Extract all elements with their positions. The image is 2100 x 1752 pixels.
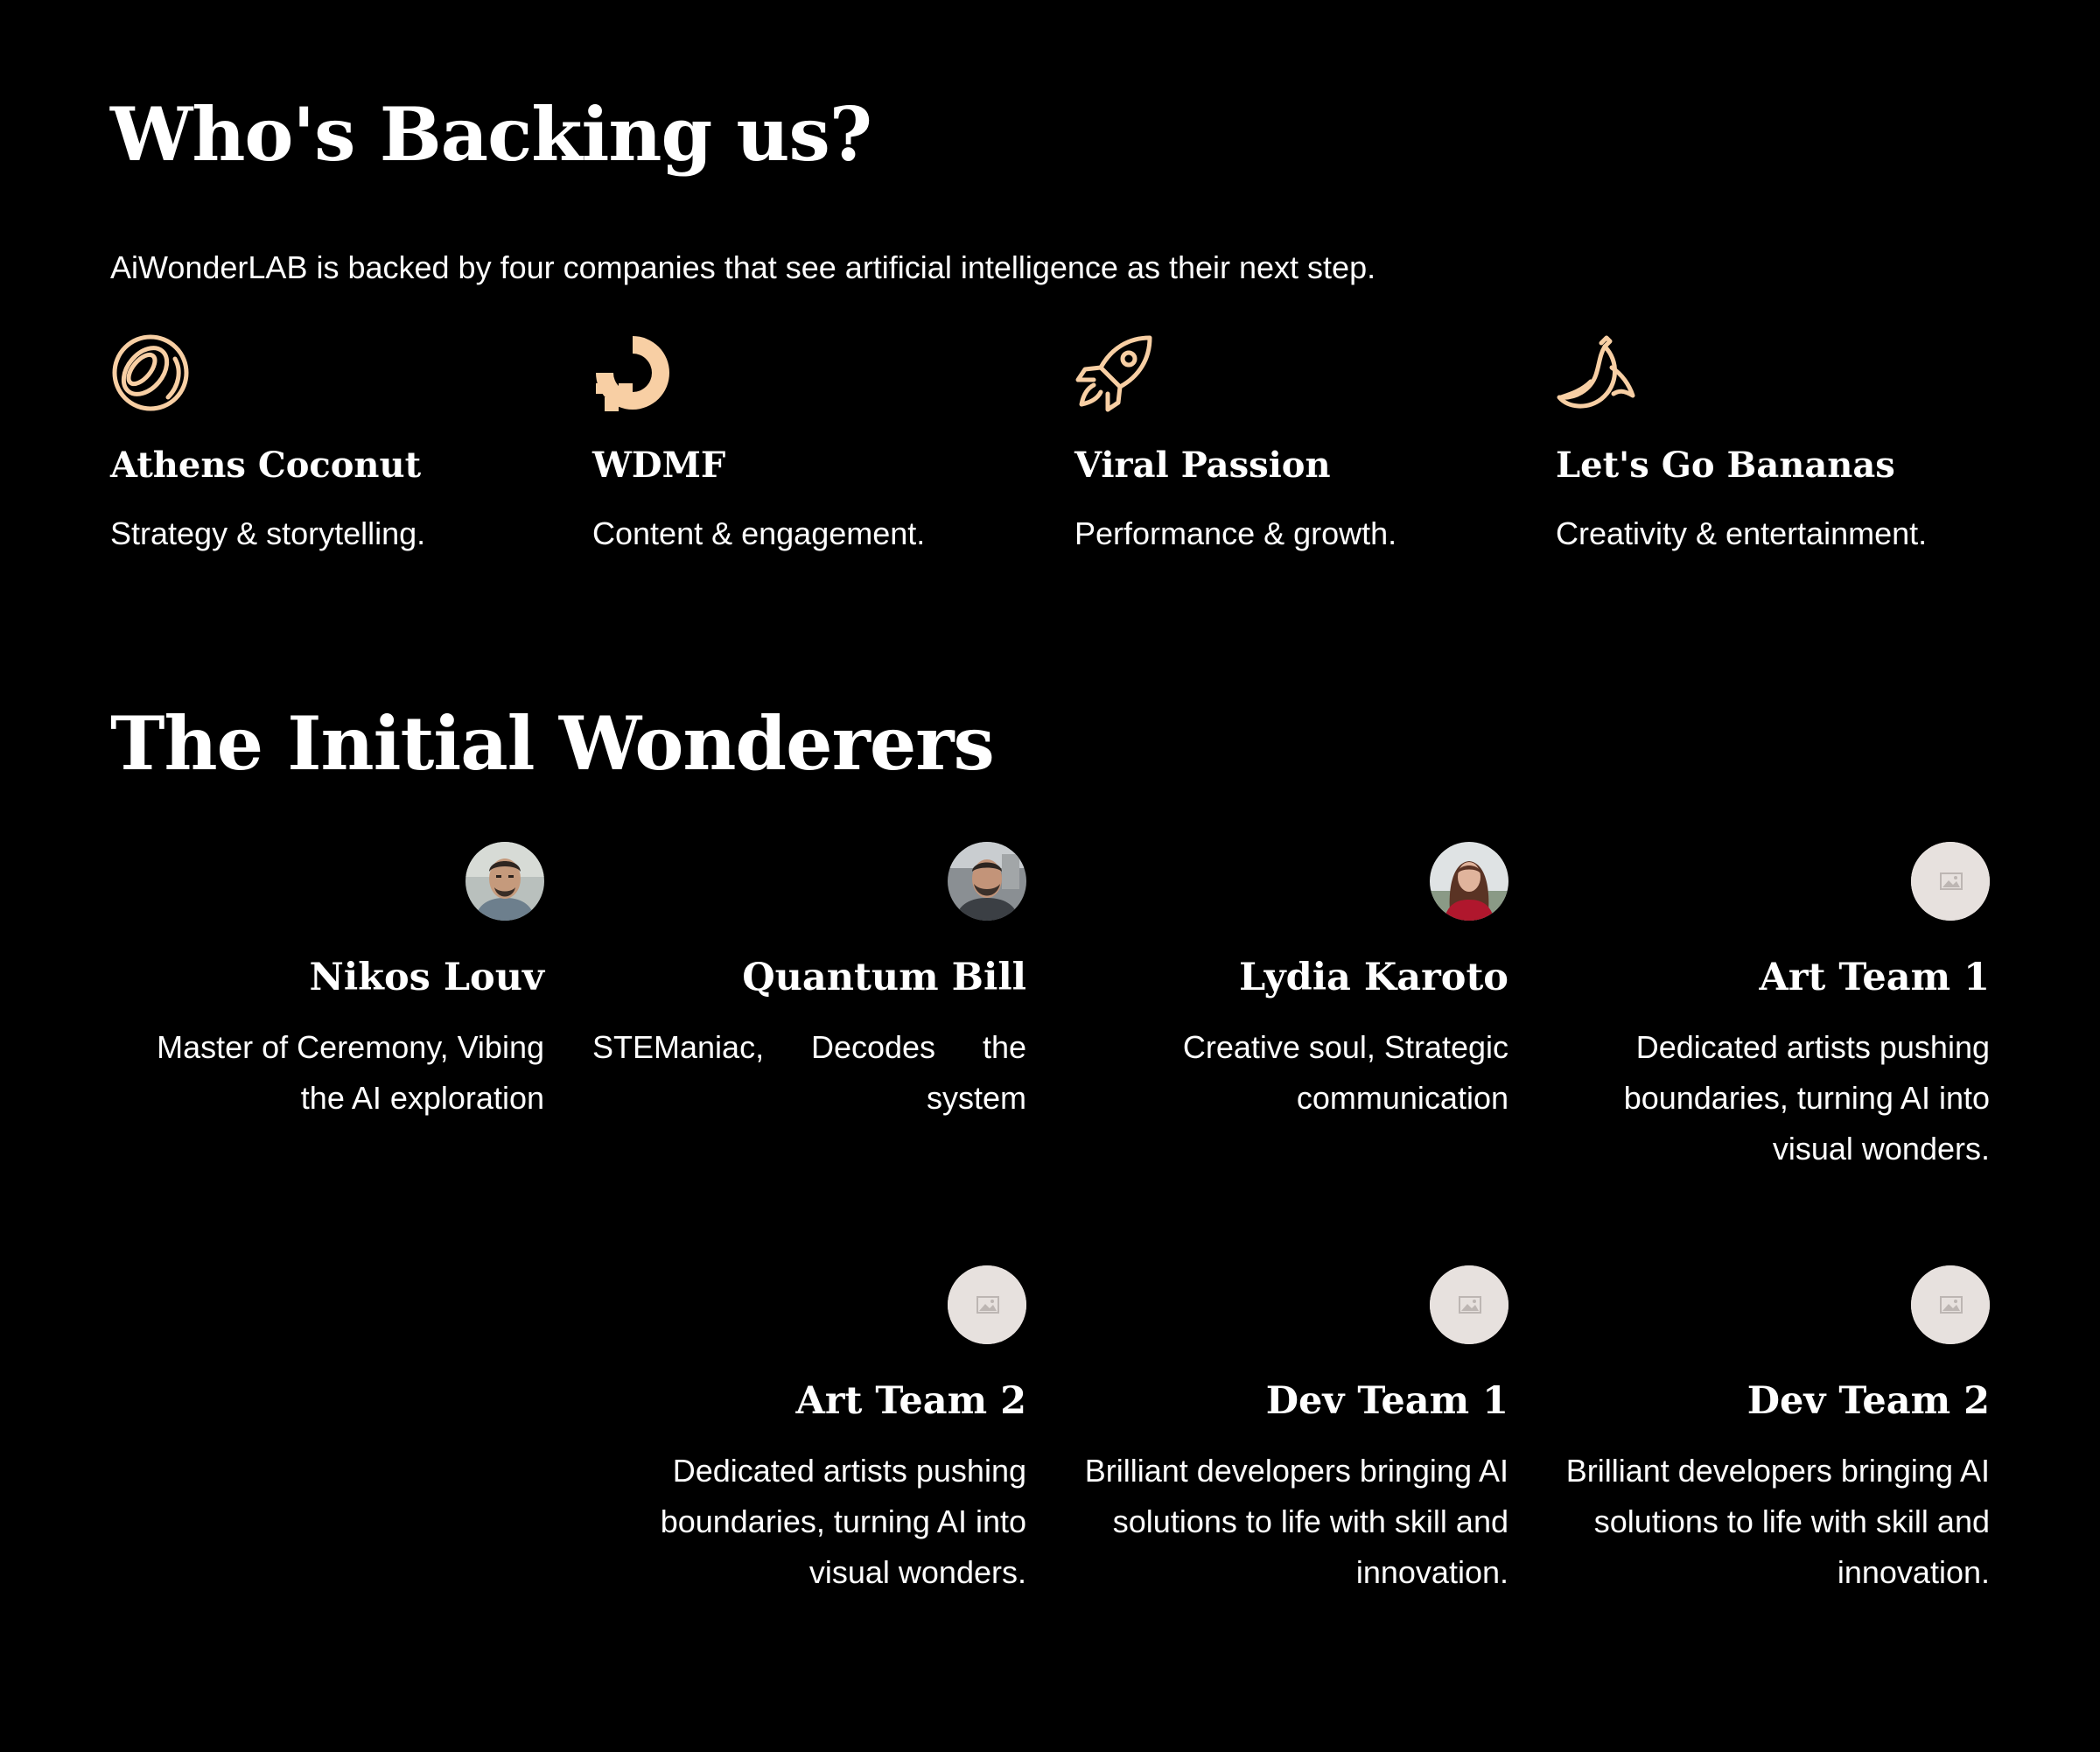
member-name: Art Team 1 bbox=[1759, 956, 1990, 999]
page: Who's Backing us? AiWonderLAB is backed … bbox=[0, 0, 2100, 1752]
backer-name: Athens Coconut bbox=[110, 445, 422, 486]
image-placeholder-icon bbox=[1911, 1265, 1990, 1344]
backer-name: Let's Go Bananas bbox=[1556, 445, 1895, 486]
member-description: Brilliant developers bringing AI solutio… bbox=[1565, 1453, 1990, 1590]
rocket-icon bbox=[1075, 335, 1152, 412]
member-name: Dev Team 2 bbox=[1746, 1379, 1990, 1423]
member-description: Dedicated artists pushing boundaries, tu… bbox=[1623, 1029, 1990, 1167]
backers-section-title: Who's Backing us? bbox=[110, 91, 872, 178]
pixel-o-icon bbox=[596, 336, 669, 411]
coconut-icon bbox=[112, 334, 189, 411]
backers-intro: AiWonderLAB is backed by four companies … bbox=[110, 249, 1376, 285]
backer-name: Viral Passion bbox=[1074, 445, 1331, 486]
member-name: Art Team 2 bbox=[795, 1379, 1026, 1423]
backer-description: Performance & growth. bbox=[1074, 515, 1397, 551]
backer-lets-go-bananas: Let's Go Bananas Creativity & entertainm… bbox=[1556, 333, 2011, 551]
image-placeholder-icon bbox=[1430, 1265, 1508, 1344]
avatar bbox=[1430, 842, 1508, 921]
avatar bbox=[466, 842, 544, 921]
member-description: STEManiac, Decodes the system bbox=[592, 1029, 1026, 1116]
avatar bbox=[948, 842, 1026, 921]
member-name: Quantum Bill bbox=[742, 956, 1026, 999]
backer-athens-coconut: Athens Coconut Strategy & storytelling. bbox=[110, 333, 565, 551]
banana-icon bbox=[1557, 335, 1635, 409]
backer-description: Creativity & entertainment. bbox=[1556, 515, 1928, 551]
member-description: Creative soul, Strategic communication bbox=[1182, 1029, 1508, 1116]
member-description: Master of Ceremony, Vibing the AI explor… bbox=[157, 1029, 544, 1116]
backer-viral-passion: Viral Passion Performance & growth. bbox=[1074, 333, 1530, 551]
backer-description: Strategy & storytelling. bbox=[110, 515, 426, 551]
backer-description: Content & engagement. bbox=[592, 515, 926, 551]
backer-name: WDMF bbox=[592, 445, 726, 486]
member-name: Nikos Louv bbox=[309, 956, 544, 999]
backer-wdmf: WDMF Content & engagement. bbox=[592, 333, 1047, 551]
image-placeholder-icon bbox=[948, 1265, 1026, 1344]
member-name: Dev Team 1 bbox=[1265, 1379, 1508, 1423]
member-name: Lydia Karoto bbox=[1238, 956, 1508, 999]
member-description: Dedicated artists pushing boundaries, tu… bbox=[660, 1453, 1026, 1590]
team-section-title: The Initial Wonderers bbox=[110, 700, 995, 787]
member-description: Brilliant developers bringing AI solutio… bbox=[1084, 1453, 1508, 1590]
image-placeholder-icon bbox=[1911, 842, 1990, 921]
